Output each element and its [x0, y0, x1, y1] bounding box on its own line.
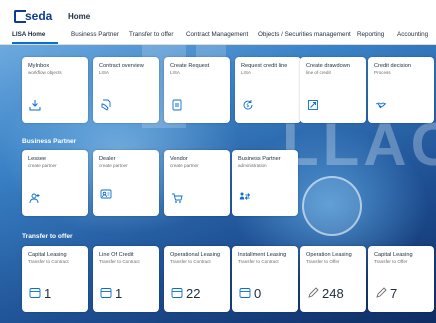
tile-lessee[interactable]: Lessee create partner: [22, 150, 88, 216]
tab-bar: LISA Home Business Partner Transfer to o…: [0, 30, 436, 45]
tile-create-drawdown[interactable]: Create drawdown line of credit: [300, 57, 366, 123]
chart-box-icon: [307, 99, 319, 111]
tile-subtitle: line of credit: [306, 70, 331, 75]
tab-transfer-to-offer[interactable]: Transfer to offer: [129, 31, 173, 38]
tab-objects-securities[interactable]: Objects / Securities management: [258, 31, 351, 38]
tile-create-request[interactable]: Create Request LISA: [164, 57, 230, 123]
handshake-icon: [375, 99, 387, 111]
tile-subtitle: LISA: [241, 70, 251, 75]
tile-count: 248: [322, 286, 344, 301]
cart-icon: [171, 192, 183, 204]
tile-dealer[interactable]: Dealer create partner: [93, 150, 159, 216]
tab-business-partner[interactable]: Business Partner: [71, 31, 119, 38]
pencil-icon: [375, 287, 387, 299]
tile-vendor[interactable]: Vendor create partner: [164, 150, 230, 216]
active-tab-indicator: [12, 42, 58, 44]
add-user-icon: [29, 192, 41, 204]
tile-count: 1: [44, 286, 52, 301]
tile-title: Create drawdown: [306, 63, 350, 69]
logo-text: seda: [25, 9, 53, 23]
tile-operational-leasing-contract[interactable]: Operational Leasing Transfer to Contract…: [164, 246, 230, 312]
pencil-icon: [307, 287, 319, 299]
tile-title: Business Partner: [238, 156, 281, 162]
section-title-business-partner: Business Partner: [22, 138, 77, 145]
tile-title: Credit decision: [374, 63, 411, 69]
tile-count: 1: [115, 286, 123, 301]
tile-subtitle: Transfer to Offer: [374, 259, 408, 264]
document-icon: [171, 99, 183, 111]
tile-title: Capital Leasing: [28, 252, 67, 258]
tile-subtitle: LISA: [99, 70, 109, 75]
folder-icon: [29, 287, 41, 299]
tile-subtitle: LISA: [170, 70, 180, 75]
tile-contract-overview[interactable]: Contract overview LISA: [93, 57, 159, 123]
money-cycle-icon: $: [242, 99, 254, 111]
user-card-icon: [100, 188, 112, 200]
tab-reporting[interactable]: Reporting: [357, 31, 384, 38]
tile-title: Installment Leasing: [238, 252, 287, 258]
tile-title: Vendor: [170, 156, 188, 162]
tile-subtitle: create partner: [28, 163, 57, 168]
partner-transfer-icon: [239, 190, 251, 202]
tile-subtitle: create partner: [99, 163, 128, 168]
tile-subtitle: workflow objects: [28, 70, 62, 75]
bg-globe-art: [302, 176, 362, 236]
tile-credit-decision[interactable]: Credit decision Process: [368, 57, 434, 123]
page-title[interactable]: Home: [68, 12, 90, 21]
tile-title: Contract overview: [99, 63, 144, 69]
tile-subtitle: Transfer to Contract: [28, 259, 69, 264]
tile-capital-leasing-contract[interactable]: Capital Leasing Transfer to Contract 1: [22, 246, 88, 312]
section-title-transfer-to-offer: Transfer to offer: [22, 233, 73, 240]
tile-capital-leasing-offer[interactable]: Capital Leasing Transfer to Offer 7: [368, 246, 434, 312]
tile-count: 0: [254, 286, 262, 301]
tile-line-of-credit-contract[interactable]: Line Of Credit Transfer to Contract 1: [93, 246, 159, 312]
tile-title: Create Request: [170, 63, 210, 69]
company-logo[interactable]: seda: [14, 9, 60, 24]
tab-contract-management[interactable]: Contract Management: [186, 31, 248, 38]
tile-count: 7: [390, 286, 398, 301]
tile-title: Lessee: [28, 156, 47, 162]
tab-lisa-home[interactable]: LISA Home: [12, 31, 45, 38]
svg-text:$: $: [246, 103, 249, 109]
folder-icon: [239, 287, 251, 299]
inbox-download-icon: [29, 99, 41, 111]
tile-subtitle: Transfer to Contract: [170, 259, 211, 264]
folder-icon: [100, 287, 112, 299]
folder-icon: [171, 287, 183, 299]
tile-installment-leasing-contract[interactable]: Installment Leasing Transfer to Contract…: [232, 246, 298, 312]
tile-title: Operational Leasing: [170, 252, 221, 258]
tab-accounting[interactable]: Accounting: [397, 31, 428, 38]
tile-count: 22: [186, 286, 201, 301]
shell-header: seda Home LISA Home Business Partner Tra…: [0, 0, 436, 45]
tile-subtitle: Process: [374, 70, 391, 75]
tile-title: MyInbox: [28, 63, 50, 69]
tile-title: Line Of Credit: [99, 252, 134, 258]
tile-subtitle: create partner: [170, 163, 199, 168]
tile-title: Request credit line: [241, 63, 288, 69]
tile-myinbox[interactable]: MyInbox workflow objects: [22, 57, 88, 123]
tile-title: Dealer: [99, 156, 116, 162]
tile-title: Operation Leasing: [306, 252, 352, 258]
tile-title: Capital Leasing: [374, 252, 413, 258]
contract-hand-icon: [100, 99, 112, 111]
tile-subtitle: Transfer to Contract: [238, 259, 279, 264]
tile-subtitle: Transfer to Contract: [99, 259, 140, 264]
tile-business-partner-admin[interactable]: Business Partner administration: [232, 150, 298, 216]
tile-subtitle: Transfer to Offer: [306, 259, 340, 264]
tile-request-credit-line[interactable]: Request credit line LISA $: [235, 57, 301, 123]
tile-subtitle: administration: [238, 163, 267, 168]
tile-operation-leasing-offer[interactable]: Operation Leasing Transfer to Offer 248: [300, 246, 366, 312]
